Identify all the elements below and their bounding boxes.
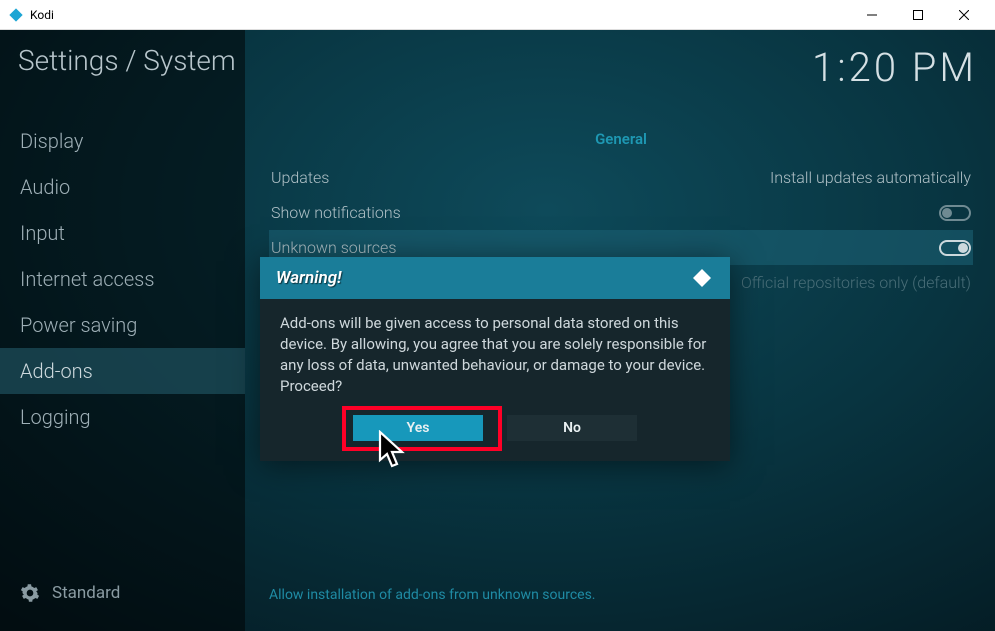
gear-icon [20, 583, 40, 603]
sidebar-item-logging[interactable]: Logging [0, 394, 245, 440]
setting-label: Unknown sources [271, 238, 396, 257]
setting-show-notifications[interactable]: Show notifications [269, 195, 973, 230]
window-title: Kodi [30, 8, 849, 22]
window-titlebar: Kodi [0, 0, 995, 30]
toggle-switch[interactable] [939, 205, 971, 221]
sidebar-item-input[interactable]: Input [0, 210, 245, 256]
setting-hint: Allow installation of add-ons from unkno… [269, 587, 596, 603]
maximize-button[interactable] [895, 0, 941, 30]
dialog-actions: Yes No [260, 407, 730, 461]
setting-value: Official repositories only (default) [741, 273, 971, 292]
dialog-body: Add-ons will be given access to personal… [260, 299, 730, 407]
window-controls [849, 0, 987, 30]
section-header: General [269, 130, 973, 148]
settings-level-button[interactable]: Standard [20, 583, 120, 603]
kodi-icon [690, 266, 714, 290]
sidebar-item-internet-access[interactable]: Internet access [0, 256, 245, 302]
warning-dialog: Warning! Add-ons will be given access to… [260, 257, 730, 461]
settings-level-label: Standard [52, 583, 120, 603]
sidebar: DisplayAudioInputInternet accessPower sa… [0, 30, 245, 631]
no-button[interactable]: No [507, 415, 637, 441]
dialog-header: Warning! [260, 257, 730, 299]
kodi-icon [8, 7, 24, 23]
close-button[interactable] [941, 0, 987, 30]
setting-label: Updates [271, 168, 329, 187]
sidebar-item-power-saving[interactable]: Power saving [0, 302, 245, 348]
setting-value: Install updates automatically [770, 168, 971, 187]
dialog-title: Warning! [276, 268, 342, 288]
sidebar-item-display[interactable]: Display [0, 118, 245, 164]
sidebar-item-add-ons[interactable]: Add-ons [0, 348, 245, 394]
toggle-switch[interactable] [939, 240, 971, 256]
minimize-button[interactable] [849, 0, 895, 30]
yes-button[interactable]: Yes [353, 415, 483, 441]
setting-updates[interactable]: Updates Install updates automatically [269, 160, 973, 195]
setting-label: Show notifications [271, 203, 401, 222]
sidebar-item-audio[interactable]: Audio [0, 164, 245, 210]
